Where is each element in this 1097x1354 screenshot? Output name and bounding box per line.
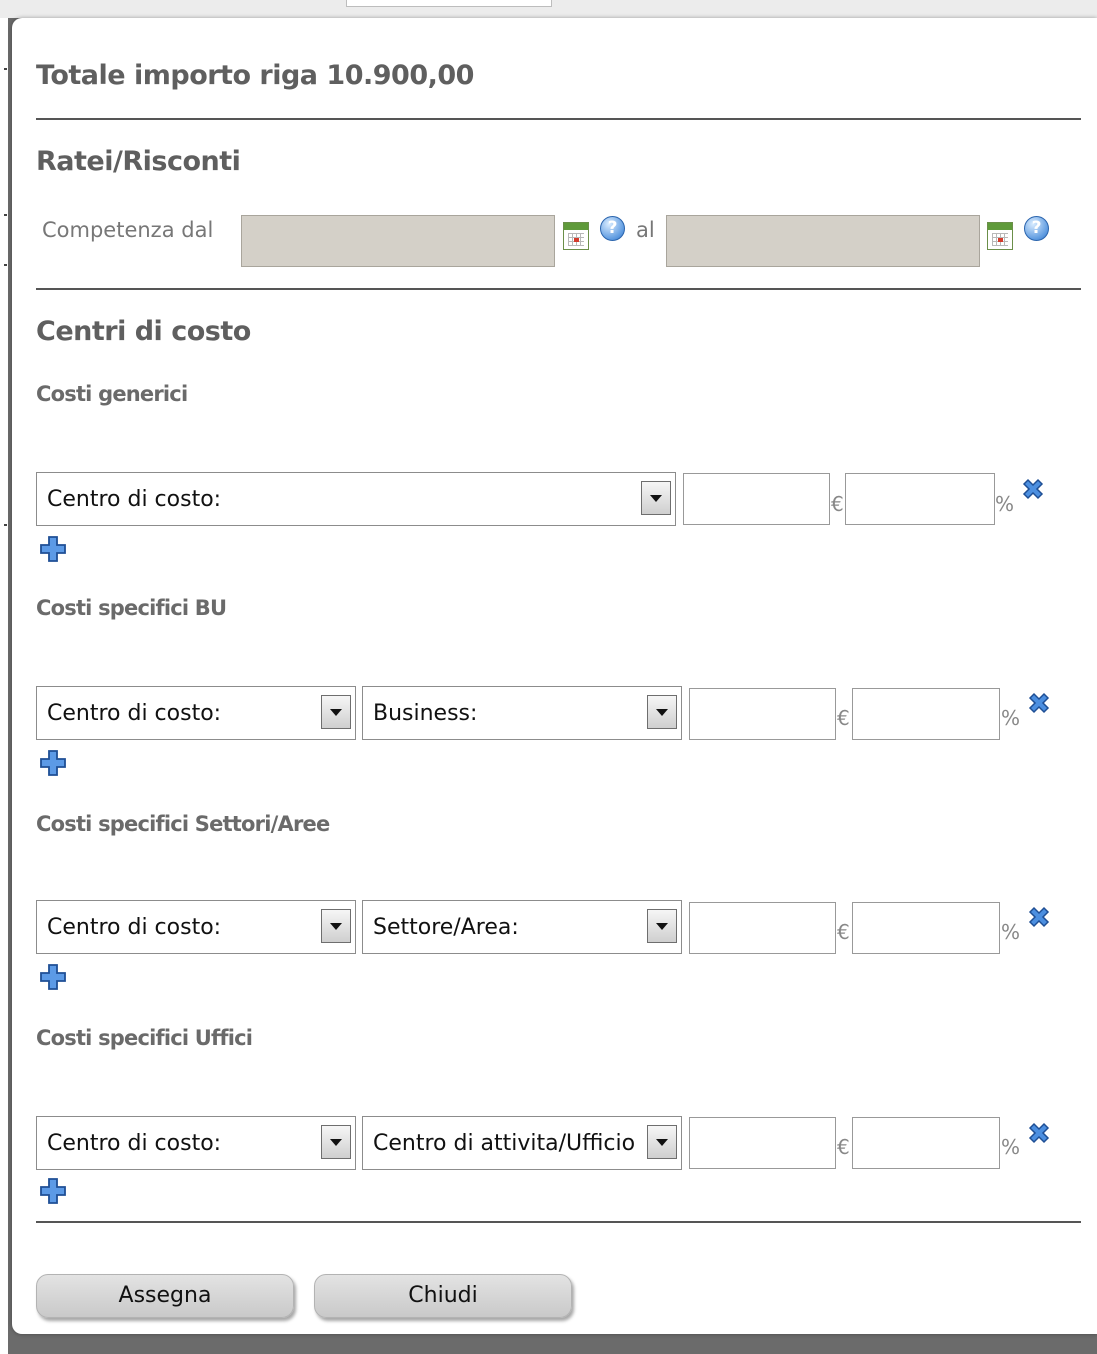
competence-to-date-field[interactable] — [666, 215, 980, 267]
total-amount-title: Totale importo riga 10.900,00 — [36, 60, 474, 91]
help-icon[interactable]: ? — [600, 216, 625, 241]
office-percent-input[interactable] — [852, 1117, 1000, 1169]
sector-amount-input[interactable] — [689, 902, 836, 954]
sector-area-select[interactable]: Settore/Area: — [362, 900, 682, 954]
bu-amount-input[interactable] — [689, 688, 836, 740]
chevron-down-icon[interactable] — [647, 1125, 677, 1159]
add-row-icon[interactable] — [38, 962, 68, 992]
calendar-icon[interactable] — [987, 222, 1013, 250]
generic-costs-heading: Costi generici — [36, 382, 188, 406]
office-amount-input[interactable] — [689, 1117, 836, 1169]
add-row-icon[interactable] — [38, 534, 68, 564]
background-input-box — [346, 0, 552, 7]
generic-percent-input[interactable] — [845, 473, 995, 525]
select-value: Centro di costo: — [47, 701, 222, 726]
select-value: Business: — [373, 701, 478, 726]
chevron-down-icon[interactable] — [647, 909, 677, 943]
generic-cost-center-select[interactable]: Centro di costo: — [36, 472, 676, 526]
euro-unit: € — [831, 492, 844, 516]
percent-unit: % — [1001, 920, 1021, 944]
sector-costs-heading: Costi specifici Settori/Aree — [36, 812, 330, 836]
percent-unit: % — [1001, 1135, 1021, 1159]
add-row-icon[interactable] — [38, 748, 68, 778]
add-row-icon[interactable] — [38, 1176, 68, 1206]
divider — [36, 1221, 1081, 1223]
sector-percent-input[interactable] — [852, 902, 1000, 954]
divider — [36, 118, 1081, 120]
office-cost-center-select[interactable]: Centro di costo: — [36, 1116, 356, 1170]
chevron-down-icon[interactable] — [641, 481, 671, 515]
remove-row-icon[interactable] — [1026, 690, 1052, 716]
divider — [36, 288, 1081, 290]
remove-row-icon[interactable] — [1026, 904, 1052, 930]
background-top-strip — [0, 0, 1097, 18]
competence-from-date-field[interactable] — [241, 215, 555, 267]
bu-costs-heading: Costi specifici BU — [36, 596, 227, 620]
euro-unit: € — [837, 1135, 850, 1159]
close-button[interactable]: Chiudi — [314, 1274, 572, 1318]
percent-unit: % — [1001, 706, 1021, 730]
assign-button[interactable]: Assegna — [36, 1274, 294, 1318]
bu-cost-center-select[interactable]: Centro di costo: — [36, 686, 356, 740]
remove-row-icon[interactable] — [1026, 1120, 1052, 1146]
calendar-icon[interactable] — [563, 222, 589, 250]
background-mark — [4, 214, 7, 216]
chevron-down-icon[interactable] — [321, 695, 351, 729]
chevron-down-icon[interactable] — [321, 1125, 351, 1159]
bu-percent-input[interactable] — [852, 688, 1000, 740]
background-left-strip — [0, 18, 8, 1354]
competence-to-label: al — [636, 218, 655, 242]
select-value: Centro di costo: — [47, 1131, 222, 1156]
competence-from-label: Competenza dal — [42, 218, 214, 242]
ratei-risconti-heading: Ratei/Risconti — [36, 146, 241, 177]
background-mark — [4, 68, 7, 70]
background-mark — [4, 264, 7, 266]
cost-centers-heading: Centri di costo — [36, 316, 251, 347]
sector-cost-center-select[interactable]: Centro di costo: — [36, 900, 356, 954]
generic-amount-input[interactable] — [683, 473, 830, 525]
euro-unit: € — [837, 706, 850, 730]
remove-row-icon[interactable] — [1020, 476, 1046, 502]
select-value: Centro di costo: — [47, 915, 222, 940]
euro-unit: € — [837, 920, 850, 944]
office-activity-select[interactable]: Centro di attivita/Ufficio — [362, 1116, 682, 1170]
select-value: Centro di attivita/Ufficio — [373, 1131, 636, 1156]
office-costs-heading: Costi specifici Uffici — [36, 1026, 253, 1050]
cost-allocation-dialog: Totale importo riga 10.900,00 Ratei/Risc… — [12, 18, 1097, 1334]
percent-unit: % — [995, 492, 1015, 516]
chevron-down-icon[interactable] — [647, 695, 677, 729]
business-select[interactable]: Business: — [362, 686, 682, 740]
select-value: Settore/Area: — [373, 915, 519, 940]
select-value: Centro di costo: — [47, 487, 222, 512]
background-mark — [4, 524, 7, 526]
chevron-down-icon[interactable] — [321, 909, 351, 943]
help-icon[interactable]: ? — [1024, 216, 1049, 241]
